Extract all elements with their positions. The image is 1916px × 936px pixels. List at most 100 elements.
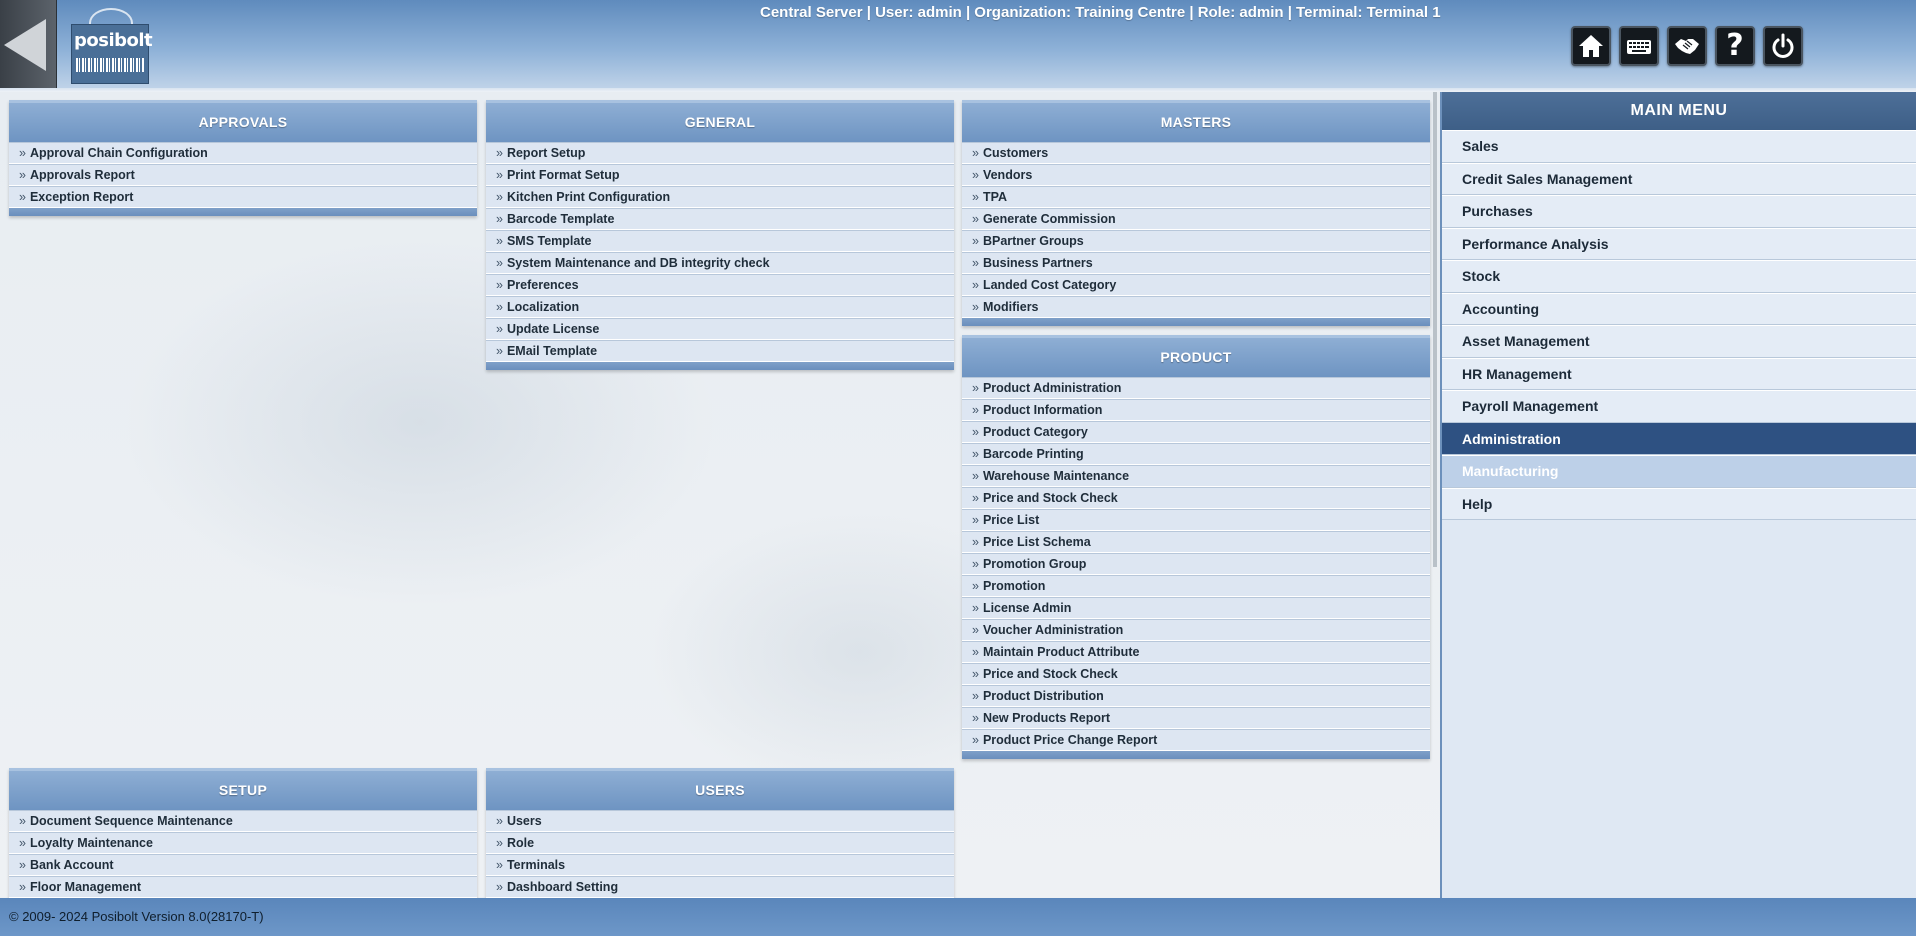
panel-link-label: SMS Template [506, 234, 592, 248]
panel-link-label: Product Price Change Report [982, 733, 1158, 747]
home-icon [1579, 35, 1603, 57]
double-chevron-icon: » [972, 601, 979, 615]
panel-link-label: Approvals Report [29, 168, 135, 182]
panel-title: GENERAL [486, 100, 954, 142]
panel-link[interactable]: » Floor Management [9, 876, 477, 898]
double-chevron-icon: » [972, 513, 979, 527]
panel-title: APPROVALS [9, 100, 477, 142]
panel-link-label: Product Category [982, 425, 1088, 439]
panel-link[interactable]: » Promotion Group [962, 553, 1430, 575]
panel-link[interactable]: » Voucher Administration [962, 619, 1430, 641]
logout-button[interactable] [1763, 26, 1803, 66]
menu-item-accounting[interactable]: Accounting [1442, 292, 1916, 325]
panel-link[interactable]: » Dashboard Setting [486, 876, 954, 898]
panel-link[interactable]: » New Products Report [962, 707, 1430, 729]
content-scrollbar[interactable] [1433, 92, 1437, 567]
panel-link[interactable]: » Approvals Report [9, 164, 477, 186]
double-chevron-icon: » [972, 234, 979, 248]
panel-link[interactable]: » Preferences [486, 274, 954, 296]
keyboard-button[interactable] [1619, 26, 1659, 66]
panel-link[interactable]: » Update License [486, 318, 954, 340]
panel-link[interactable]: » Customers [962, 142, 1430, 164]
double-chevron-icon: » [496, 858, 503, 872]
product-panel: PRODUCT » Product Administration» Product … [962, 335, 1430, 759]
menu-item-hr-management[interactable]: HR Management [1442, 357, 1916, 390]
help-button[interactable]: ? [1715, 26, 1755, 66]
panel-link[interactable]: » Promotion [962, 575, 1430, 597]
logo-barcode-icon [76, 58, 144, 72]
menu-item-credit-sales-management[interactable]: Credit Sales Management [1442, 162, 1916, 195]
panel-link[interactable]: » Landed Cost Category [962, 274, 1430, 296]
panel-link-label: Dashboard Setting [506, 880, 619, 894]
panel-link[interactable]: » TPA [962, 186, 1430, 208]
double-chevron-icon: » [972, 447, 979, 461]
panel-link-label: Business Partners [982, 256, 1093, 270]
handshake-button[interactable] [1667, 26, 1707, 66]
panel-link[interactable]: » Product Price Change Report [962, 729, 1430, 751]
panel-link[interactable]: » Bank Account [9, 854, 477, 876]
panel-link[interactable]: » License Admin [962, 597, 1430, 619]
panel-link[interactable]: » Barcode Printing [962, 443, 1430, 465]
menu-item-stock[interactable]: Stock [1442, 260, 1916, 293]
panel-link[interactable]: » Exception Report [9, 186, 477, 208]
menu-item-administration[interactable]: Administration [1442, 422, 1916, 455]
panel-link[interactable]: » BPartner Groups [962, 230, 1430, 252]
panel-link[interactable]: » Print Format Setup [486, 164, 954, 186]
panel-link[interactable]: » Business Partners [962, 252, 1430, 274]
menu-item-help[interactable]: Help [1442, 487, 1916, 520]
panel-link[interactable]: » Users [486, 810, 954, 832]
double-chevron-icon: » [19, 880, 26, 894]
double-chevron-icon: » [972, 278, 979, 292]
panel-link[interactable]: » Terminals [486, 854, 954, 876]
panel-link[interactable]: » Role [486, 832, 954, 854]
menu-item-asset-management[interactable]: Asset Management [1442, 325, 1916, 358]
panel-link[interactable]: » Report Setup [486, 142, 954, 164]
panel-title: SETUP [9, 768, 477, 810]
menu-item-performance-analysis[interactable]: Performance Analysis [1442, 227, 1916, 260]
home-button[interactable] [1571, 26, 1611, 66]
panel-items: » Customers» Vendors» TPA» Generate Commissi… [962, 142, 1430, 318]
panel-link[interactable]: » Document Sequence Maintenance [9, 810, 477, 832]
panel-link[interactable]: » Product Administration [962, 377, 1430, 399]
panel-items: » Users» Role» Terminals» Dashboard Setting [486, 810, 954, 898]
panel-link[interactable]: » Price and Stock Check [962, 663, 1430, 685]
panel-link[interactable]: » Warehouse Maintenance [962, 465, 1430, 487]
panel-link[interactable]: » SMS Template [486, 230, 954, 252]
menu-item-payroll-management[interactable]: Payroll Management [1442, 390, 1916, 423]
panel-link[interactable]: » Localization [486, 296, 954, 318]
panel-link[interactable]: » System Maintenance and DB integrity che… [486, 252, 954, 274]
power-icon [1772, 33, 1794, 58]
panel-link-label: Maintain Product Attribute [982, 645, 1140, 659]
back-button[interactable] [0, 0, 57, 90]
panel-link[interactable]: » Product Information [962, 399, 1430, 421]
double-chevron-icon: » [972, 146, 979, 160]
panel-link[interactable]: » Product Distribution [962, 685, 1430, 707]
panel-link[interactable]: » Loyalty Maintenance [9, 832, 477, 854]
help-icon: ? [1726, 28, 1744, 63]
panel-link[interactable]: » Kitchen Print Configuration [486, 186, 954, 208]
panel-link-label: Price List Schema [982, 535, 1091, 549]
panel-link[interactable]: » Approval Chain Configuration [9, 142, 477, 164]
panel-link-label: Product Information [982, 403, 1103, 417]
panel-link[interactable]: » Price List Schema [962, 531, 1430, 553]
menu-item-purchases[interactable]: Purchases [1442, 195, 1916, 228]
double-chevron-icon: » [496, 300, 503, 314]
panel-link-label: System Maintenance and DB integrity chec… [506, 256, 770, 270]
panel-link[interactable]: » Price and Stock Check [962, 487, 1430, 509]
panel-link[interactable]: » Modifiers [962, 296, 1430, 318]
panel-link[interactable]: » Price List [962, 509, 1430, 531]
panel-link-label: Promotion [982, 579, 1046, 593]
panel-link-label: Print Format Setup [506, 168, 620, 182]
menu-item-manufacturing[interactable]: Manufacturing [1442, 455, 1916, 488]
back-arrow-icon [4, 19, 46, 71]
double-chevron-icon: » [19, 168, 26, 182]
panel-link[interactable]: » EMail Template [486, 340, 954, 362]
menu-item-sales[interactable]: Sales [1442, 130, 1916, 163]
panel-link[interactable]: » Product Category [962, 421, 1430, 443]
panel-link[interactable]: » Vendors [962, 164, 1430, 186]
panel-link[interactable]: » Barcode Template [486, 208, 954, 230]
panel-link[interactable]: » Generate Commission [962, 208, 1430, 230]
panel-link[interactable]: » Maintain Product Attribute [962, 641, 1430, 663]
double-chevron-icon: » [19, 814, 26, 828]
panel-link-label: Terminals [506, 858, 566, 872]
